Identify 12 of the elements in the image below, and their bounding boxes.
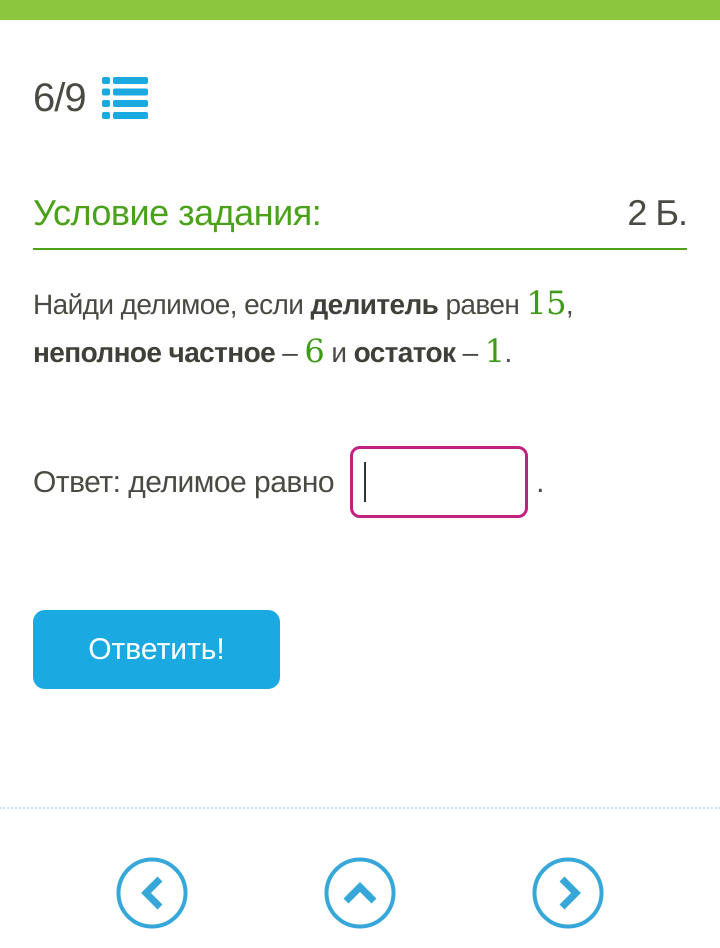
list-icon[interactable]	[102, 77, 148, 119]
problem-text: Найди делимое, если делитель равен 15, неполное частное – 6 и остаток – 1.	[33, 283, 574, 372]
next-icon[interactable]	[532, 857, 604, 929]
answer-suffix: .	[536, 464, 544, 500]
up-icon[interactable]	[324, 857, 396, 929]
task-heading: Условие задания:	[33, 191, 322, 235]
answer-field[interactable]	[350, 446, 528, 518]
points-label: 2 Б.	[627, 191, 687, 235]
question-counter: 6/9	[33, 75, 86, 122]
previous-icon[interactable]	[116, 857, 188, 929]
answer-label: Ответ: делимое равно	[33, 464, 334, 500]
submit-button[interactable]: Ответить!	[33, 610, 280, 689]
